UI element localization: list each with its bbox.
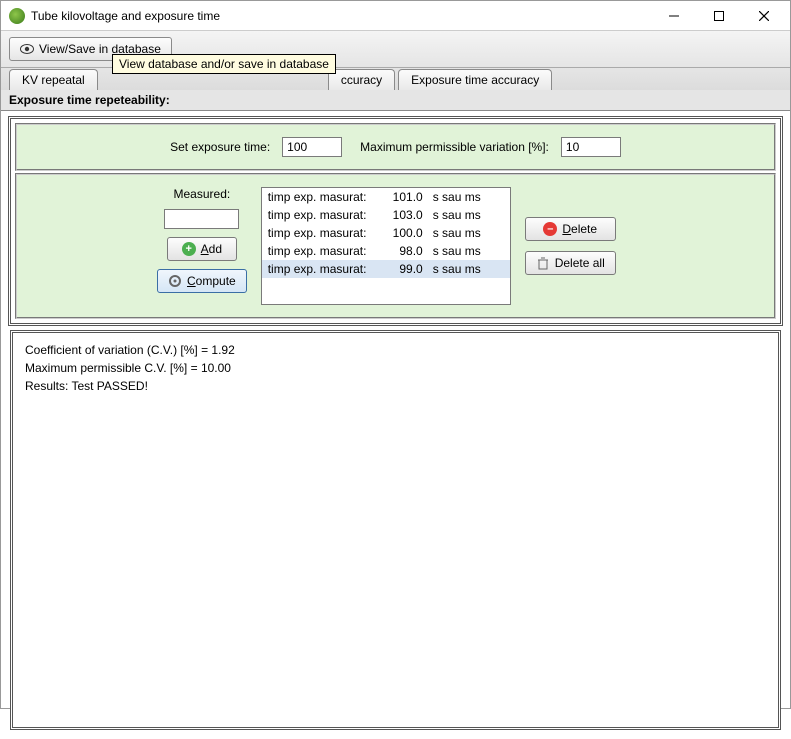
section-title: Exposure time repeteability:	[1, 90, 790, 111]
measured-input[interactable]	[164, 209, 239, 229]
delete-button[interactable]: – Delete	[525, 217, 616, 241]
measurements-list[interactable]: timp exp. masurat: 101.0 s sau ms timp e…	[261, 187, 511, 305]
window-title: Tube kilovoltage and exposure time	[31, 9, 651, 23]
measurement-row: Measured: + Add Compute timp exp. masura…	[15, 173, 776, 319]
max-variation-input[interactable]	[561, 137, 621, 157]
results-panel: Coefficient of variation (C.V.) [%] = 1.…	[10, 330, 781, 730]
tooltip: View database and/or save in database	[112, 54, 336, 74]
max-variation-label: Maximum permissible variation [%]:	[360, 140, 549, 154]
result-cv: Coefficient of variation (C.V.) [%] = 1.…	[25, 341, 766, 359]
compute-label-rest: ompute	[196, 274, 236, 288]
list-item[interactable]: timp exp. masurat: 99.0 s sau ms	[262, 260, 510, 278]
delete-all-button[interactable]: Delete all	[525, 251, 616, 275]
delete-label-u: D	[562, 222, 571, 236]
title-bar: Tube kilovoltage and exposure time	[1, 1, 790, 31]
add-label-rest: dd	[209, 242, 222, 256]
set-exposure-label: Set exposure time:	[170, 140, 270, 154]
list-item[interactable]: timp exp. masurat: 100.0 s sau ms	[262, 224, 510, 242]
tab-kv-repeat[interactable]: KV repeatal	[9, 69, 98, 90]
compute-label-u: C	[187, 274, 196, 288]
maximize-button[interactable]	[696, 2, 741, 30]
eye-icon	[20, 44, 34, 54]
minimize-button[interactable]	[651, 2, 696, 30]
result-status: Results: Test PASSED!	[25, 377, 766, 395]
exposure-settings-row: Set exposure time: Maximum permissible v…	[15, 123, 776, 171]
result-max-cv: Maximum permissible C.V. [%] = 10.00	[25, 359, 766, 377]
close-button[interactable]	[741, 2, 786, 30]
plus-icon: +	[182, 242, 196, 256]
trash-icon	[536, 256, 550, 270]
tab-exposure-accuracy[interactable]: Exposure time accuracy	[398, 69, 552, 90]
list-item[interactable]: timp exp. masurat: 101.0 s sau ms	[262, 188, 510, 206]
minus-icon: –	[543, 222, 557, 236]
app-icon	[9, 8, 25, 24]
gear-icon	[168, 274, 182, 288]
compute-button[interactable]: Compute	[157, 269, 247, 293]
set-exposure-input[interactable]	[282, 137, 342, 157]
list-item[interactable]: timp exp. masurat: 98.0 s sau ms	[262, 242, 510, 260]
measured-label: Measured:	[174, 187, 231, 201]
add-button[interactable]: + Add	[167, 237, 237, 261]
list-item[interactable]: timp exp. masurat: 103.0 s sau ms	[262, 206, 510, 224]
tab-accuracy-partial[interactable]: ccuracy	[328, 69, 395, 90]
add-label-u: A	[201, 242, 209, 256]
delete-label-rest: elete	[571, 222, 597, 236]
delete-all-label: Delete all	[555, 256, 605, 270]
